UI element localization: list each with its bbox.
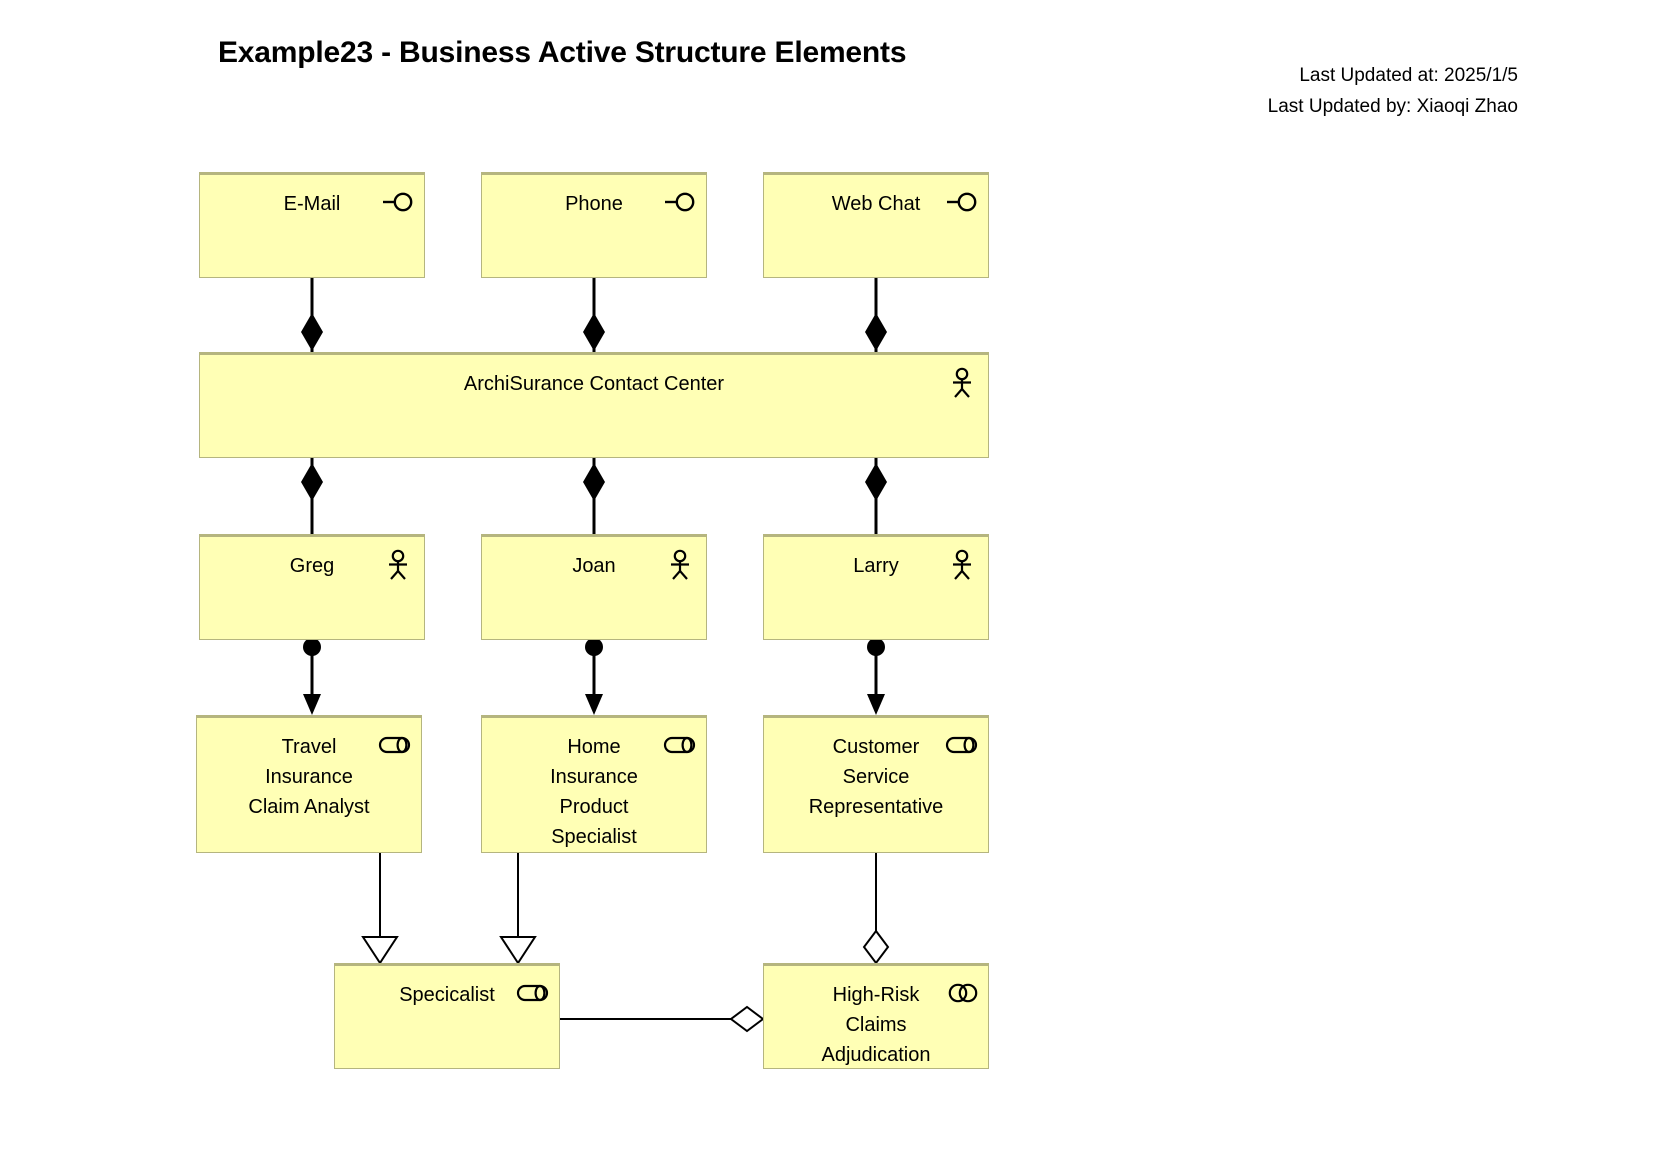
node-larry[interactable]: Larry xyxy=(763,534,989,640)
relationship-assignment-greg-travel[interactable] xyxy=(303,638,321,715)
interface-lollipop-icon xyxy=(947,192,977,212)
node-email[interactable]: E-Mail xyxy=(199,172,425,278)
relationship-assignment-joan-home[interactable] xyxy=(585,638,603,715)
actor-stick-figure-icon xyxy=(953,367,971,398)
node-archisurance-contact-center[interactable]: ArchiSurance Contact Center xyxy=(199,352,989,458)
interface-lollipop-icon xyxy=(665,192,695,212)
actor-stick-figure-icon xyxy=(671,549,689,580)
relationship-assignment-larry-csr[interactable] xyxy=(867,638,885,715)
node-high-risk-claims-adjudication[interactable]: High-Risk Claims Adjudication xyxy=(763,963,989,1069)
relationship-aggregation-csr-highrisk[interactable] xyxy=(862,853,890,965)
relationship-aggregation-specialist-highrisk[interactable] xyxy=(560,1005,765,1033)
node-greg[interactable]: Greg xyxy=(199,534,425,640)
role-cylinder-icon xyxy=(663,736,696,754)
relationship-composition-center-greg[interactable] xyxy=(301,458,323,534)
relationship-specialization-home-specialist[interactable] xyxy=(499,853,537,965)
relationship-composition-center-larry[interactable] xyxy=(865,458,887,534)
node-web-chat[interactable]: Web Chat xyxy=(763,172,989,278)
role-cylinder-icon xyxy=(945,736,978,754)
role-cylinder-icon xyxy=(378,736,411,754)
node-travel-insurance-claim-analyst[interactable]: Travel Insurance Claim Analyst xyxy=(196,715,422,853)
node-joan[interactable]: Joan xyxy=(481,534,707,640)
relationship-composition-center-joan[interactable] xyxy=(583,458,605,534)
collaboration-circles-icon xyxy=(948,983,978,1003)
relationship-composition-webchat-center[interactable] xyxy=(865,278,887,352)
node-home-insurance-product-specialist[interactable]: Home Insurance Product Specialist xyxy=(481,715,707,853)
interface-lollipop-icon xyxy=(383,192,413,212)
relationship-specialization-travel-specialist[interactable] xyxy=(361,853,399,965)
actor-stick-figure-icon xyxy=(389,549,407,580)
role-cylinder-icon xyxy=(516,984,549,1002)
relationship-composition-phone-center[interactable] xyxy=(583,278,605,352)
node-archisurance-contact-center-label: ArchiSurance Contact Center xyxy=(463,373,725,395)
relationship-composition-email-center[interactable] xyxy=(301,278,323,352)
node-phone[interactable]: Phone xyxy=(481,172,707,278)
actor-stick-figure-icon xyxy=(953,549,971,580)
node-specicalist[interactable]: Specicalist xyxy=(334,963,560,1069)
node-customer-service-representative[interactable]: Customer Service Representative xyxy=(763,715,989,853)
